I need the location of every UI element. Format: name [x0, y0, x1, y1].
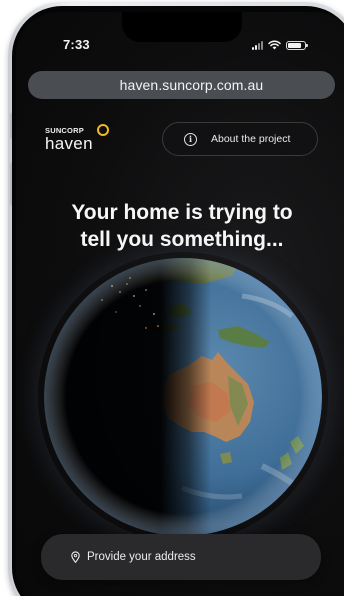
status-time: 7:33 — [63, 37, 90, 52]
about-project-label: About the project — [211, 133, 291, 145]
provide-address-label: Provide your address — [87, 551, 196, 563]
phone-screen: 7:33 haven.suncorp.com.au SUNCORP haven … — [16, 12, 344, 596]
page: 7:33 haven.suncorp.com.au SUNCORP haven … — [0, 0, 344, 596]
headline-line-1: Your home is trying to — [71, 201, 293, 224]
status-icons — [252, 39, 308, 51]
battery-level — [288, 42, 302, 48]
logo-product: haven — [45, 134, 93, 153]
headline-line-2: tell you something... — [80, 228, 284, 251]
wifi-icon — [268, 40, 281, 50]
provide-address-button[interactable]: Provide your address — [41, 534, 321, 580]
url-text: haven.suncorp.com.au — [119, 77, 264, 93]
about-project-button[interactable]: i About the project — [162, 122, 318, 156]
hero-headline: Your home is trying to tell you somethin… — [16, 199, 344, 253]
signal-icon — [252, 40, 263, 50]
earth-globe-image — [44, 258, 322, 536]
suncorp-haven-logo[interactable]: SUNCORP haven — [45, 124, 125, 166]
address-bar[interactable]: haven.suncorp.com.au — [28, 71, 335, 99]
info-icon: i — [184, 132, 197, 146]
location-pin-icon — [71, 551, 80, 563]
battery-icon — [286, 40, 308, 50]
logo-ring-icon — [97, 124, 109, 136]
camera-notch — [122, 12, 242, 42]
